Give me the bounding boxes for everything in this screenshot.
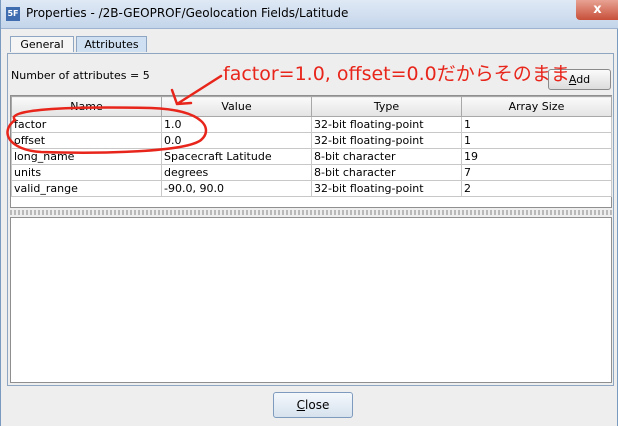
cell-name[interactable]: units: [11, 164, 162, 181]
cell-size[interactable]: 2: [461, 180, 612, 197]
cell-type[interactable]: 32-bit floating-point: [311, 116, 462, 133]
window-title: Properties - /2B-GEOPROF/Geolocation Fie…: [26, 6, 349, 20]
tab-general[interactable]: General: [10, 36, 74, 52]
cell-size[interactable]: 19: [461, 148, 612, 165]
cell-type[interactable]: 8-bit character: [311, 164, 462, 181]
table-row[interactable]: factor 1.0 32-bit floating-point 1: [11, 116, 612, 133]
table-row[interactable]: units degrees 8-bit character 7: [11, 164, 612, 181]
cell-value[interactable]: Spacecraft Latitude: [161, 148, 312, 165]
hdf-view-icon: 5F: [6, 7, 20, 21]
cell-value[interactable]: 1.0: [161, 116, 312, 133]
close-button[interactable]: Close: [273, 392, 353, 418]
column-header-type[interactable]: Type: [311, 96, 462, 117]
cell-value[interactable]: degrees: [161, 164, 312, 181]
cell-size[interactable]: 1: [461, 116, 612, 133]
column-header-array-size[interactable]: Array Size: [461, 96, 612, 117]
cell-type[interactable]: 32-bit floating-point: [311, 180, 462, 197]
cell-size[interactable]: 1: [461, 132, 612, 149]
table-row[interactable]: long_name Spacecraft Latitude 8-bit char…: [11, 148, 612, 165]
cell-name[interactable]: valid_range: [11, 180, 162, 197]
attributes-table: Name Value Type Array Size factor 1.0 32…: [10, 95, 612, 208]
title-bar[interactable]: 5F Properties - /2B-GEOPROF/Geolocation …: [1, 0, 618, 29]
cell-name[interactable]: long_name: [11, 148, 162, 165]
cell-type[interactable]: 8-bit character: [311, 148, 462, 165]
column-header-value[interactable]: Value: [161, 96, 312, 117]
cell-size[interactable]: 7: [461, 164, 612, 181]
tab-attributes[interactable]: Attributes: [76, 36, 147, 52]
table-header: Name Value Type Array Size: [11, 96, 612, 117]
column-header-name[interactable]: Name: [11, 96, 162, 117]
attribute-count: Number of attributes = 5: [11, 69, 150, 82]
split-pane-divider[interactable]: [10, 210, 612, 215]
properties-window: 5F Properties - /2B-GEOPROF/Geolocation …: [0, 0, 618, 426]
cell-name[interactable]: factor: [11, 116, 162, 133]
table-row[interactable]: offset 0.0 32-bit floating-point 1: [11, 132, 612, 149]
attribute-detail-area[interactable]: [10, 217, 612, 383]
close-icon[interactable]: x: [576, 0, 618, 20]
table-row[interactable]: valid_range -90.0, 90.0 32-bit floating-…: [11, 180, 612, 197]
cell-name[interactable]: offset: [11, 132, 162, 149]
close-button-label: Close: [296, 398, 330, 412]
handwritten-annotation: factor=1.0, offset=0.0だからそのまま: [223, 63, 570, 85]
cell-type[interactable]: 32-bit floating-point: [311, 132, 462, 149]
cell-value[interactable]: 0.0: [161, 132, 312, 149]
cell-value[interactable]: -90.0, 90.0: [161, 180, 312, 197]
